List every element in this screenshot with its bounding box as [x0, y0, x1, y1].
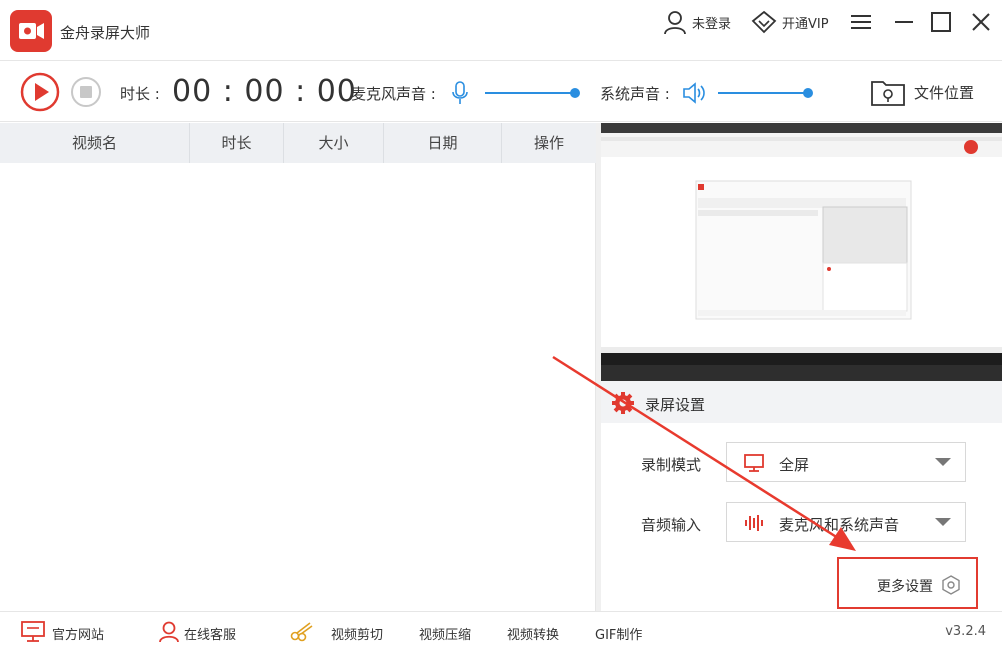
version-label: v3.2.4 — [945, 624, 986, 639]
footer-bar: 官方网站 在线客服 视频剪切 视频压缩 视频转换 GIF制作 v3.2.4 — [0, 611, 1002, 652]
record-toolbar: 时长 : 00 : 00 : 00 麦克风声音 : 系统声音 : 文件位置 — [0, 60, 1002, 122]
online-support-link[interactable]: 在线客服 — [184, 624, 236, 643]
mic-volume-label: 麦克风声音 : — [351, 85, 436, 103]
audio-input-label: 音频输入 — [641, 516, 702, 534]
record-mode-label: 录制模式 — [641, 456, 702, 474]
audio-wave-icon — [745, 515, 763, 531]
record-play-icon — [20, 72, 60, 112]
folder-location-icon — [871, 81, 905, 106]
mic-volume-slider[interactable] — [485, 92, 575, 94]
monitor-icon — [744, 454, 764, 472]
vip-label: 开通VIP — [782, 16, 829, 32]
minimize-icon — [895, 21, 913, 23]
screen-preview — [601, 123, 1002, 381]
video-compress-link[interactable]: 视频压缩 — [419, 624, 471, 643]
column-actions: 操作 — [533, 134, 564, 152]
recording-settings-header: 录屏设置 — [601, 381, 1002, 423]
speaker-icon — [682, 80, 706, 110]
minimize-button[interactable] — [890, 8, 918, 36]
record-camera-icon — [10, 10, 52, 52]
gear-icon — [611, 391, 635, 419]
close-icon — [972, 13, 990, 31]
login-button[interactable]: 未登录 — [662, 8, 731, 36]
column-date[interactable]: 日期 — [384, 123, 502, 163]
audio-input-value: 麦克风和系统声音 — [779, 516, 900, 534]
record-mode-value: 全屏 — [779, 456, 810, 474]
diamond-icon — [751, 10, 777, 34]
record-button[interactable] — [20, 72, 60, 112]
login-label: 未登录 — [692, 16, 732, 32]
more-settings-label: 更多设置 — [877, 579, 933, 595]
video-cut-link[interactable]: 视频剪切 — [331, 624, 383, 643]
chevron-down-icon — [935, 458, 951, 466]
column-video-name[interactable]: 视频名 — [0, 123, 190, 163]
monitor-icon — [20, 620, 46, 648]
file-location-label: 文件位置 — [914, 83, 975, 102]
timer-display: 00 : 00 : 00 — [172, 74, 357, 109]
system-volume-label: 系统声音 : — [600, 85, 670, 103]
video-list-header: 视频名 时长 大小 日期 操作 — [0, 123, 596, 163]
vip-button[interactable]: 开通VIP — [750, 8, 829, 36]
video-convert-link[interactable]: 视频转换 — [507, 624, 559, 643]
scissors-icon — [290, 620, 314, 646]
hexagon-icon — [942, 575, 960, 595]
mic-volume-handle[interactable] — [570, 88, 580, 98]
official-website-link[interactable]: 官方网站 — [52, 624, 104, 643]
hamburger-icon — [851, 15, 871, 29]
column-duration[interactable]: 时长 — [190, 123, 284, 163]
stop-button[interactable] — [70, 76, 102, 108]
support-icon — [158, 620, 180, 648]
system-volume-slider[interactable] — [718, 92, 808, 94]
recording-settings-title: 录屏设置 — [645, 396, 706, 414]
microphone-icon — [450, 80, 470, 110]
stop-icon — [71, 77, 101, 107]
preview-thumbnail — [601, 123, 1002, 381]
menu-button[interactable] — [847, 8, 875, 36]
duration-label: 时长 : — [120, 85, 160, 103]
column-size[interactable]: 大小 — [284, 123, 384, 163]
maximize-icon — [931, 12, 951, 32]
file-location-button[interactable]: 文件位置 — [870, 75, 974, 109]
title-bar: 金舟录屏大师 未登录 开通VIP — [0, 0, 1002, 60]
user-icon — [664, 11, 686, 35]
record-mode-select[interactable]: 全屏 — [726, 442, 966, 482]
close-button[interactable] — [967, 8, 995, 36]
audio-input-select[interactable]: 麦克风和系统声音 — [726, 502, 966, 542]
chevron-down-icon — [935, 518, 951, 526]
maximize-button[interactable] — [927, 8, 955, 36]
more-settings-button[interactable]: 更多设置 — [837, 557, 978, 609]
gif-maker-link[interactable]: GIF制作 — [595, 624, 642, 643]
system-volume-handle[interactable] — [803, 88, 813, 98]
app-title: 金舟录屏大师 — [60, 24, 151, 42]
video-list-body — [0, 163, 596, 611]
